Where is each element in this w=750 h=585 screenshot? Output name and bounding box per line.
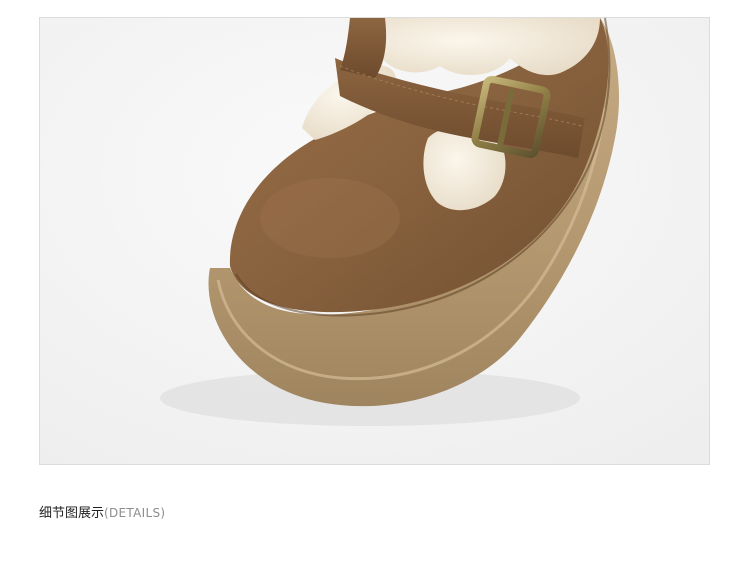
suede-highlight	[260, 178, 400, 258]
shearling-lining	[369, 18, 600, 76]
caption-chinese: 细节图展示	[39, 506, 105, 521]
shoe-toe-illustration	[40, 18, 709, 464]
product-detail-image	[39, 17, 710, 465]
section-caption: 细节图展示(DETAILS)	[39, 503, 165, 523]
caption-english: (DETAILS)	[104, 506, 166, 520]
